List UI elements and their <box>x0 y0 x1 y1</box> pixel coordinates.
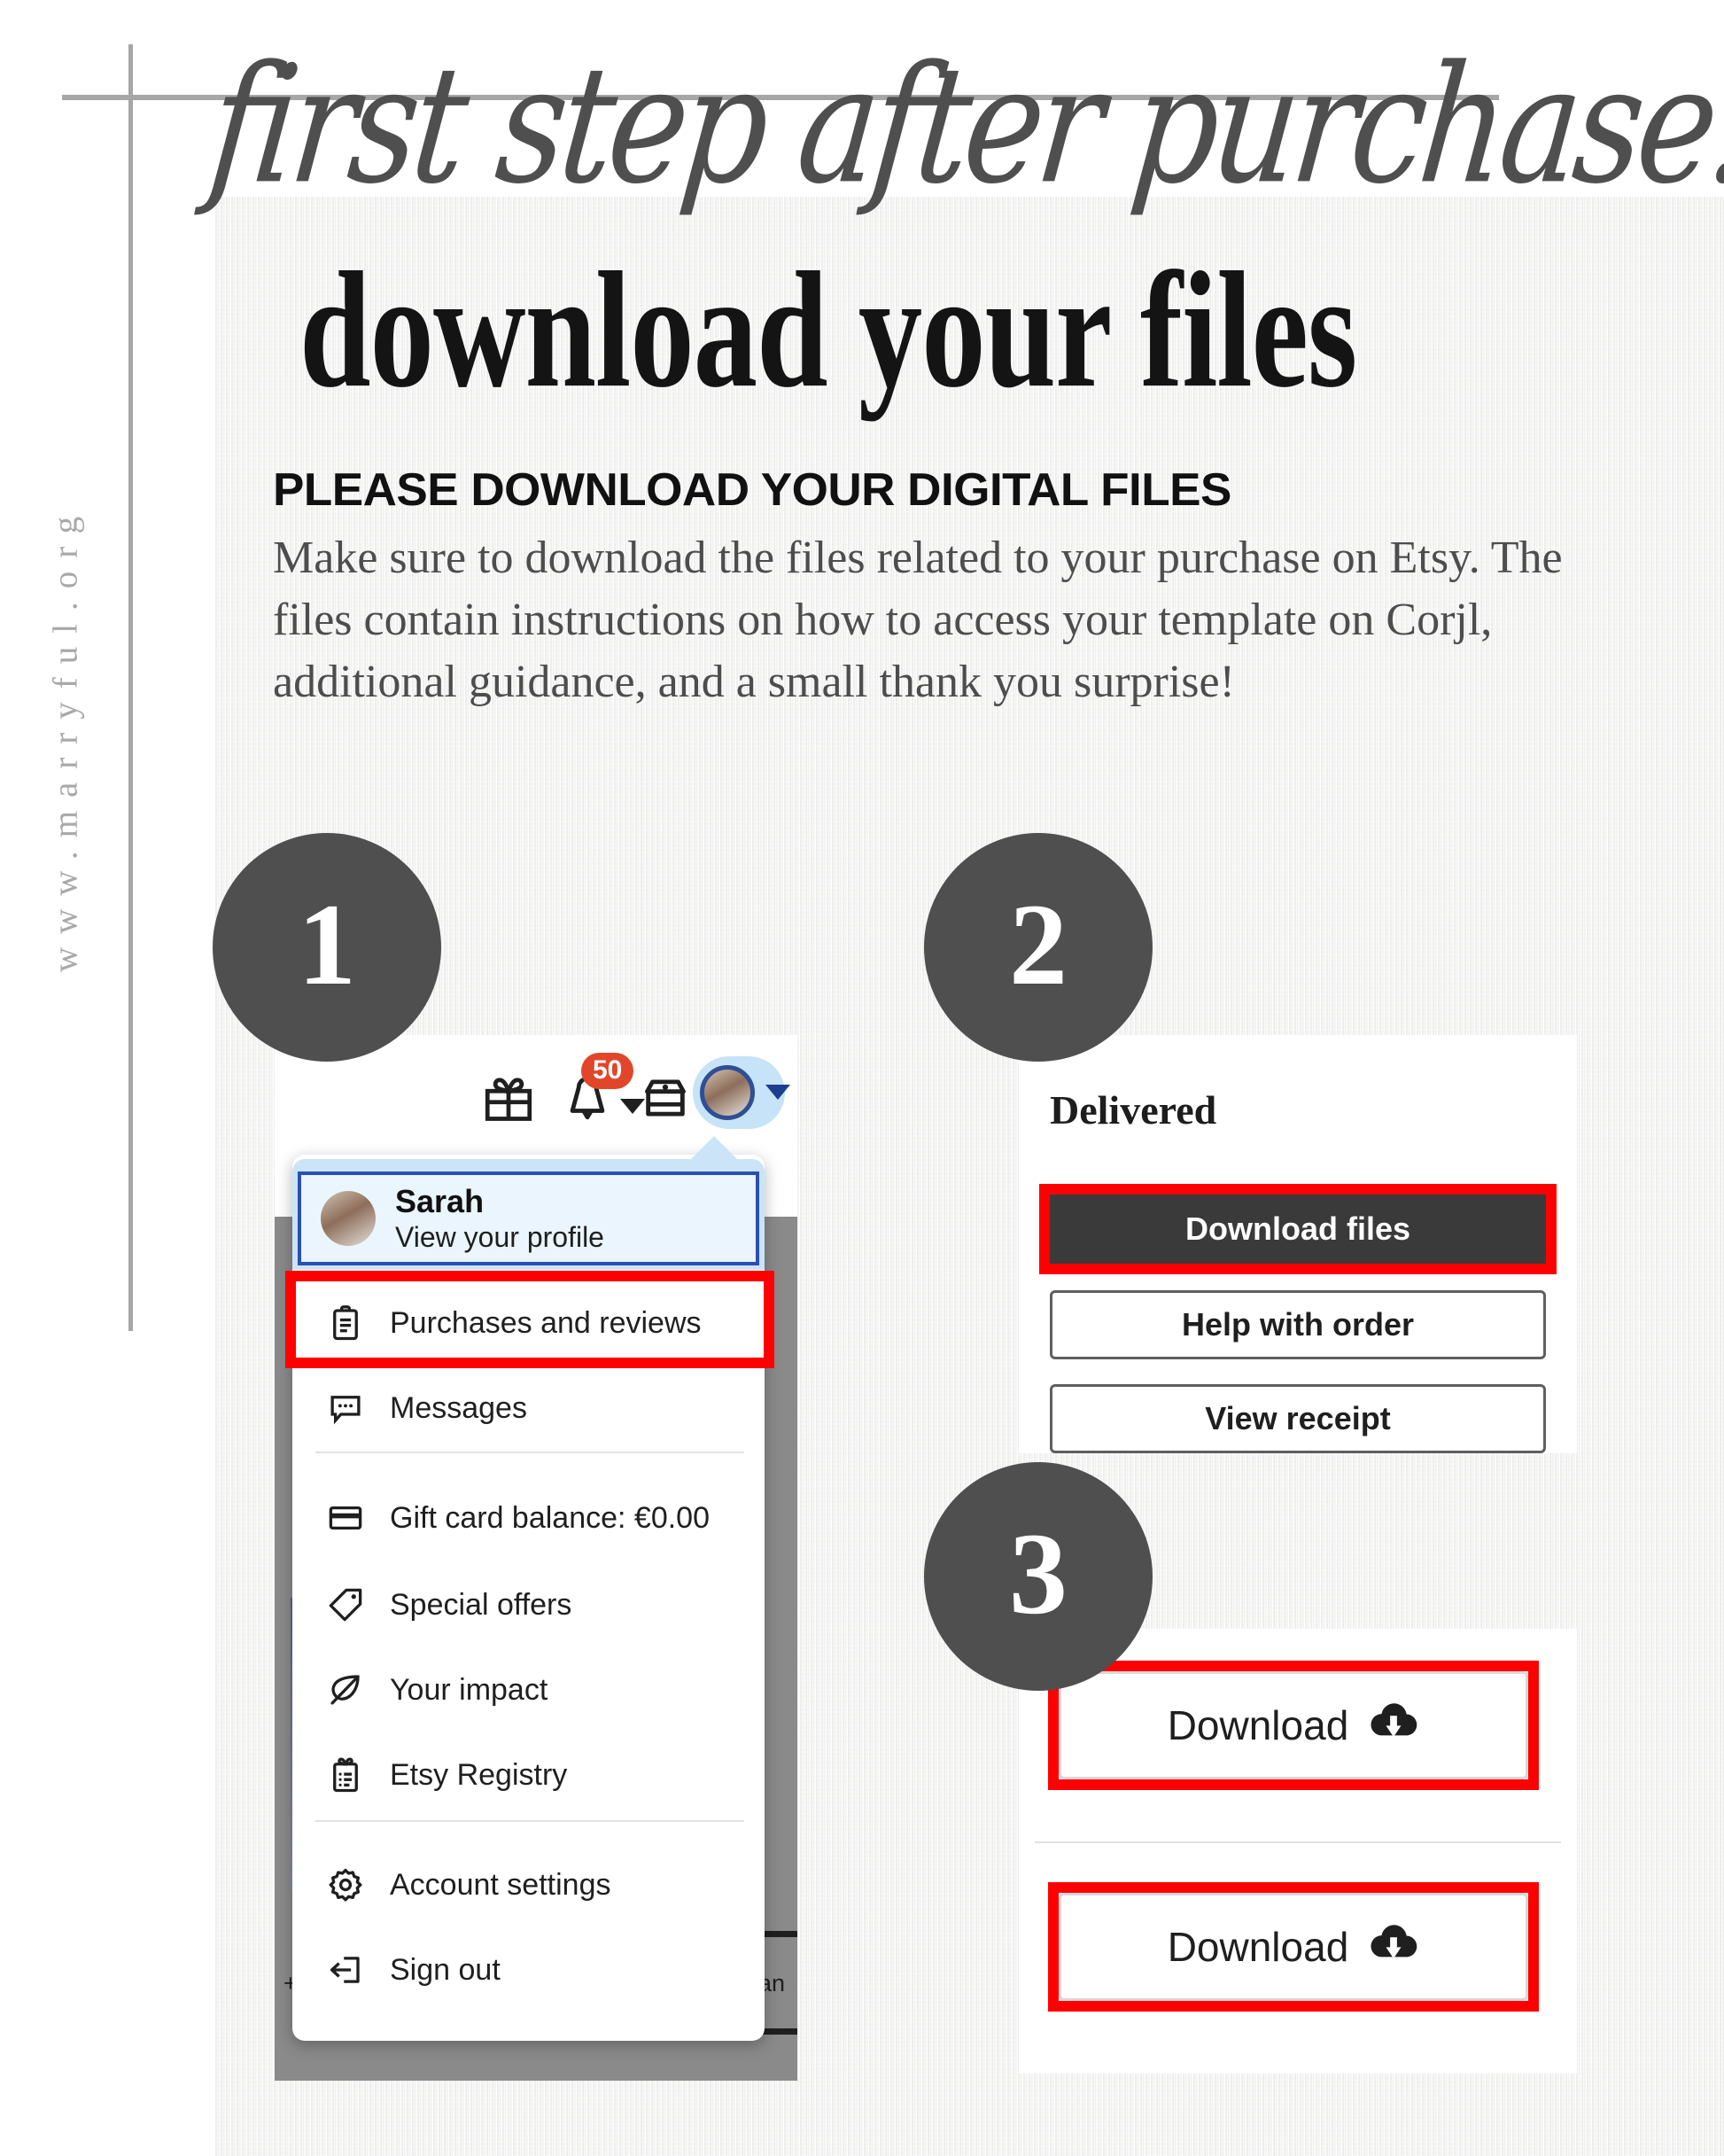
menu-item-label: Etsy Registry <box>390 1757 568 1792</box>
help-with-order-button[interactable]: Help with order <box>1050 1290 1546 1359</box>
menu-item-etsy-registry[interactable]: Etsy Registry <box>292 1732 765 1818</box>
order-status-label: Delivered <box>1050 1087 1217 1132</box>
profile-subtitle: View your profile <box>395 1220 604 1253</box>
dropdown-pointer-arrow <box>691 1136 737 1159</box>
script-headline: first step after purchase: <box>201 32 1724 221</box>
highlight-box-download-2 <box>1048 1882 1539 2012</box>
avatar[interactable] <box>700 1065 755 1120</box>
step-badge-2-label: 2 <box>1009 878 1068 1009</box>
instruction-body: Make sure to download the files related … <box>273 533 1563 707</box>
highlight-box-download-1 <box>1048 1661 1539 1790</box>
step-badge-1-label: 1 <box>298 878 356 1009</box>
website-url-vertical: www.marryful.org <box>46 502 85 973</box>
menu-item-your-impact[interactable]: Your impact <box>292 1646 765 1733</box>
highlight-box-download-files <box>1039 1184 1557 1274</box>
menu-divider <box>315 1452 744 1453</box>
step-badge-2: 2 <box>924 833 1153 1062</box>
gift-icon[interactable] <box>482 1072 535 1130</box>
menu-item-label: Your impact <box>390 1672 548 1707</box>
view-profile-row[interactable]: Sarah View your profile <box>298 1171 759 1265</box>
view-receipt-button-label: View receipt <box>1205 1400 1391 1436</box>
credit-card-icon <box>326 1498 365 1537</box>
notification-count-badge: 50 <box>581 1053 634 1089</box>
menu-item-sign-out[interactable]: Sign out <box>292 1926 765 2013</box>
menu-item-special-offers[interactable]: Special offers <box>292 1561 765 1648</box>
menu-item-label: Special offers <box>390 1587 572 1622</box>
menu-item-label: Sign out <box>390 1952 501 1987</box>
poster-page: www.marryful.org first step after purcha… <box>0 0 1724 2156</box>
page-title: download your files <box>299 237 1357 422</box>
view-receipt-button[interactable]: View receipt <box>1050 1384 1546 1453</box>
help-with-order-button-label: Help with order <box>1181 1306 1415 1343</box>
menu-item-label: Account settings <box>390 1867 611 1902</box>
chevron-down-icon[interactable] <box>765 1085 790 1100</box>
step3-screenshot: Download Download <box>1019 1629 1577 2074</box>
menu-divider <box>315 1820 744 1822</box>
step-badge-3-label: 3 <box>1009 1507 1068 1638</box>
step-badge-3: 3 <box>924 1462 1153 1691</box>
price-tag-icon <box>326 1585 365 1624</box>
menu-item-label: Gift card balance: €0.00 <box>390 1500 711 1535</box>
menu-item-messages[interactable]: Messages <box>292 1365 765 1452</box>
leaf-icon <box>326 1670 365 1709</box>
shop-icon[interactable] <box>640 1072 691 1128</box>
message-bubble-icon <box>326 1389 365 1428</box>
gear-icon <box>326 1865 365 1904</box>
page-divider <box>762 2028 797 2035</box>
avatar <box>321 1191 376 1246</box>
menu-item-gift-card-balance[interactable]: Gift card balance: €0.00 <box>292 1475 765 1561</box>
step2-screenshot: Delivered Download files Help with order… <box>1019 1035 1577 1453</box>
sign-out-icon <box>326 1950 365 1989</box>
download-list-divider <box>1035 1841 1561 1843</box>
step1-screenshot: + r an 50 <box>275 1035 797 2081</box>
registry-clipboard-icon <box>326 1755 365 1794</box>
highlight-box-purchases <box>285 1271 774 1368</box>
instruction-subheading: PLEASE DOWNLOAD YOUR DIGITAL FILES <box>273 464 1231 516</box>
step-badge-1: 1 <box>213 833 441 1062</box>
profile-name: Sarah <box>395 1183 485 1220</box>
menu-item-account-settings[interactable]: Account settings <box>292 1841 765 1928</box>
vertical-rule <box>128 44 133 1331</box>
menu-item-label: Messages <box>390 1390 527 1425</box>
page-divider <box>762 1931 797 1937</box>
